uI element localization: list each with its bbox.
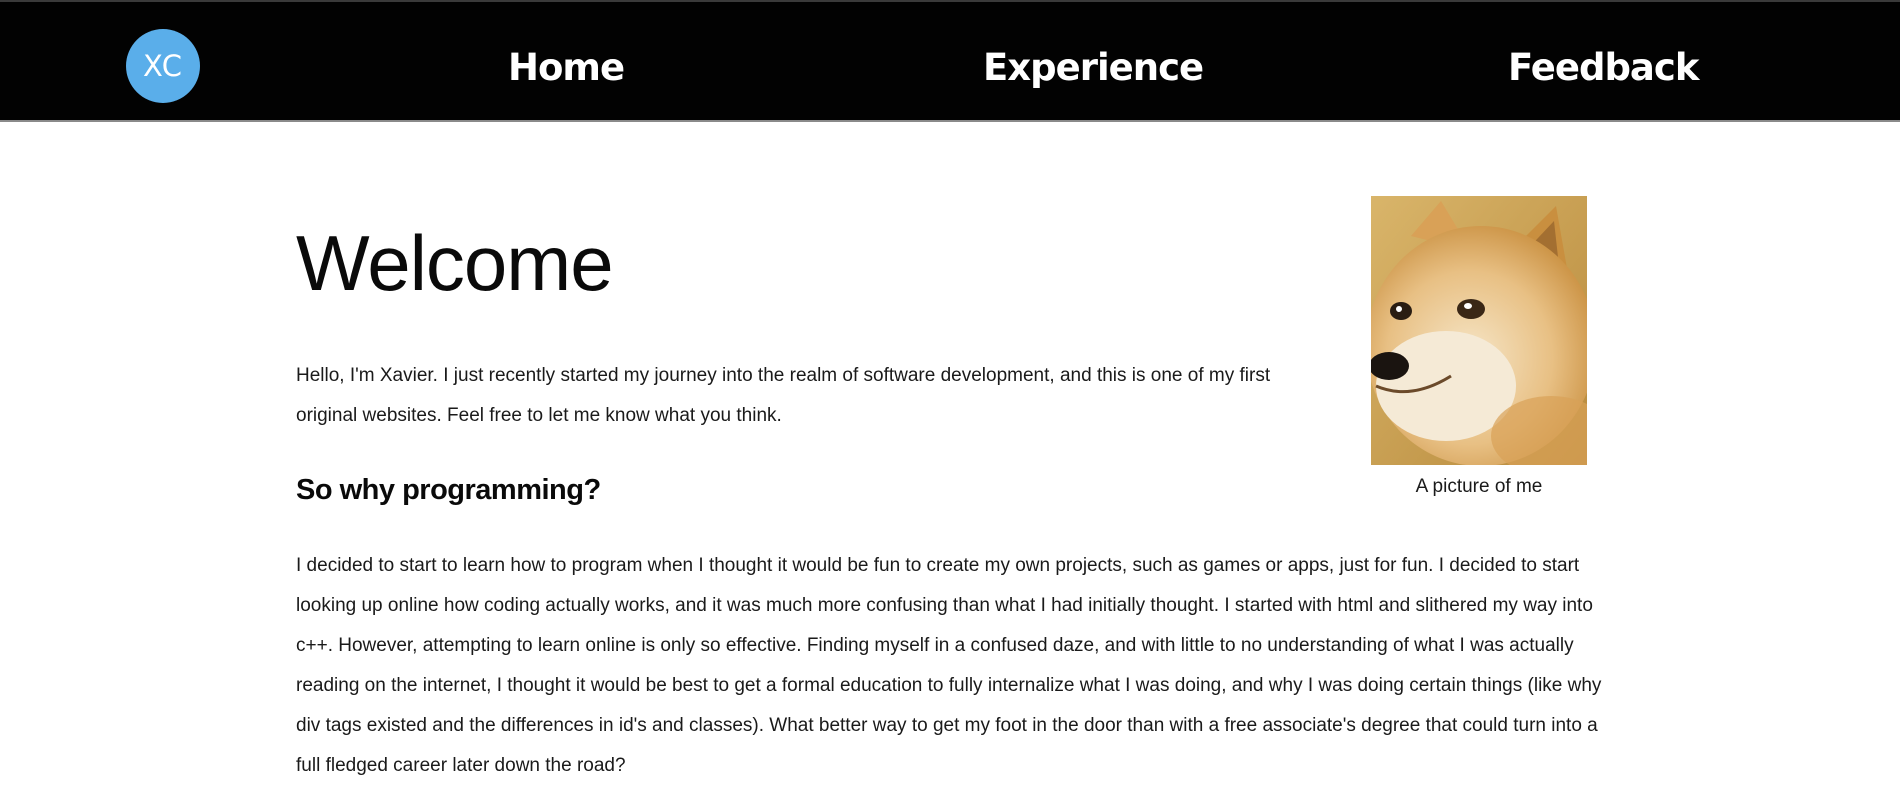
logo-avatar[interactable]: XC xyxy=(126,29,200,103)
nav-link-home[interactable]: Home xyxy=(508,46,625,89)
profile-photo-figure: A picture of me xyxy=(1371,196,1587,497)
page-title: Welcome xyxy=(296,219,614,307)
profile-photo xyxy=(1371,196,1587,465)
nav-link-experience[interactable]: Experience xyxy=(983,46,1204,89)
top-navigation-bar: XC Home Experience Feedback xyxy=(0,0,1900,122)
logo-initials: XC xyxy=(142,49,183,83)
nav-link-feedback[interactable]: Feedback xyxy=(1508,46,1699,89)
intro-paragraph: Hello, I'm Xavier. I just recently start… xyxy=(296,365,1271,426)
body-paragraph: I decided to start to learn how to progr… xyxy=(296,555,1602,776)
section-heading: So why programming? xyxy=(296,474,601,506)
photo-caption: A picture of me xyxy=(1415,476,1543,497)
